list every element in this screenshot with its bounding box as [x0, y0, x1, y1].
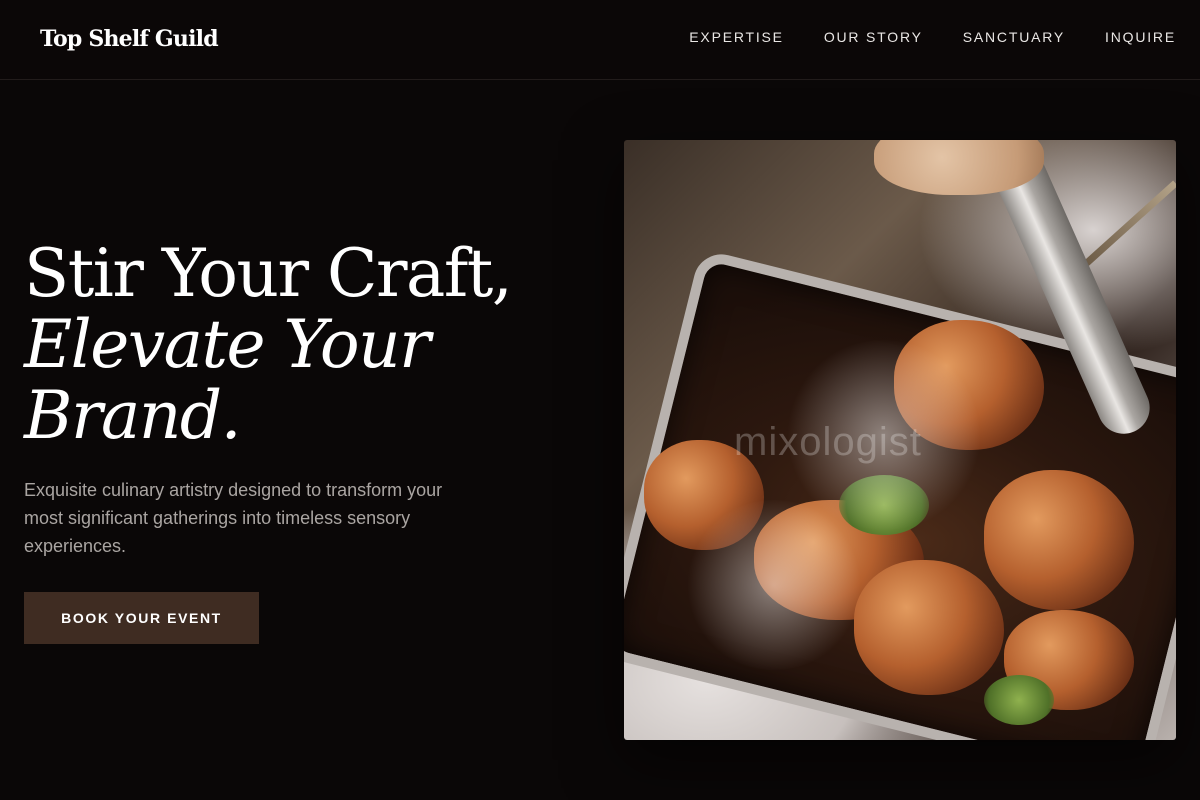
nav-link-our-story[interactable]: OUR STORY [824, 29, 923, 45]
hero-title: Stir Your Craft, Elevate Your Brand. [24, 235, 513, 454]
food-piece [984, 470, 1134, 610]
hero-food-image: mixologist [624, 140, 1176, 740]
site-header: Top Shelf Guild EXPERTISE OUR STORY SANC… [0, 0, 1200, 80]
main-nav: EXPERTISE OUR STORY SANCTUARY INQUIRE [689, 29, 1176, 45]
hero-subtitle: Exquisite culinary artistry designed to … [24, 480, 443, 556]
nav-link-expertise[interactable]: EXPERTISE [689, 29, 784, 45]
food-piece [854, 560, 1004, 695]
hero-title-line-2: Elevate Your [24, 306, 431, 383]
smoke-wisp [684, 500, 864, 670]
hero-title-line-3: Brand. [24, 377, 242, 454]
book-event-button[interactable]: BOOK YOUR EVENT [24, 592, 259, 644]
herb-garnish [984, 675, 1054, 725]
nav-link-sanctuary[interactable]: SANCTUARY [963, 29, 1065, 45]
image-watermark: mixologist [734, 420, 922, 464]
hero-title-line-1: Stir Your Craft, [24, 235, 513, 312]
nav-link-inquire[interactable]: INQUIRE [1105, 29, 1176, 45]
brand-logo[interactable]: Top Shelf Guild [40, 26, 219, 52]
